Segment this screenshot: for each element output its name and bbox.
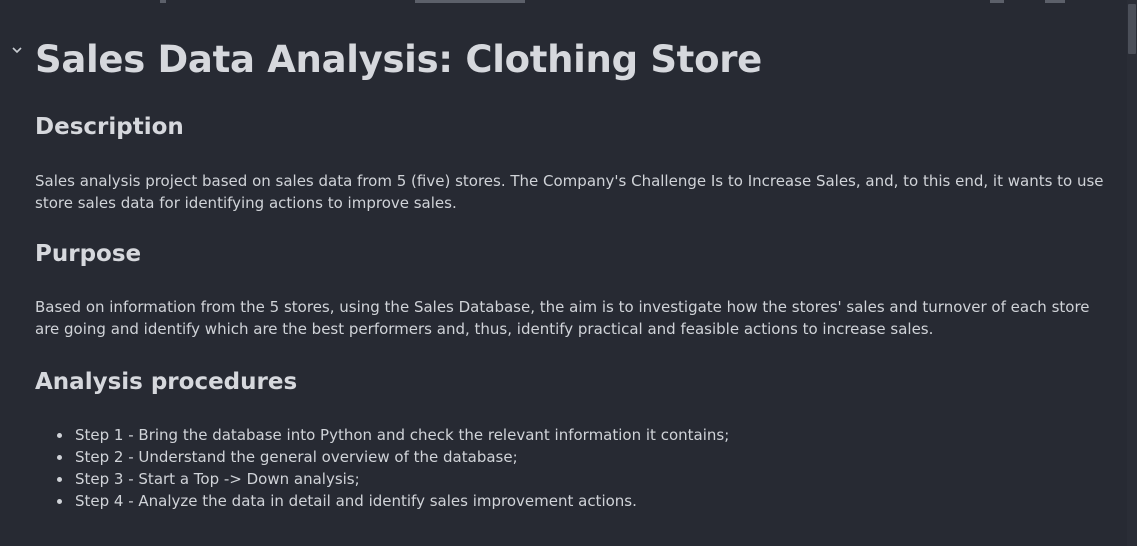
description-heading: Description <box>35 114 184 140</box>
procedures-heading: Analysis procedures <box>35 369 298 395</box>
cropped-toolbar-edge <box>0 0 1137 6</box>
list-item: Step 3 - Start a Top -> Down analysis; <box>35 468 729 490</box>
purpose-heading: Purpose <box>35 241 142 267</box>
page-title: Sales Data Analysis: Clothing Store <box>35 38 762 81</box>
list-item: Step 1 - Bring the database into Python … <box>35 424 729 446</box>
list-item: Step 2 - Understand the general overview… <box>35 446 729 468</box>
chevron-down-icon[interactable] <box>10 41 24 54</box>
description-text: Sales analysis project based on sales da… <box>35 172 1104 212</box>
scrollbar-thumb[interactable] <box>1128 4 1136 54</box>
procedures-list: Step 1 - Bring the database into Python … <box>35 424 729 512</box>
vertical-scrollbar[interactable] <box>1127 0 1137 546</box>
list-item: Step 4 - Analyze the data in detail and … <box>35 490 729 512</box>
purpose-text: Based on information from the 5 stores, … <box>35 298 1090 338</box>
